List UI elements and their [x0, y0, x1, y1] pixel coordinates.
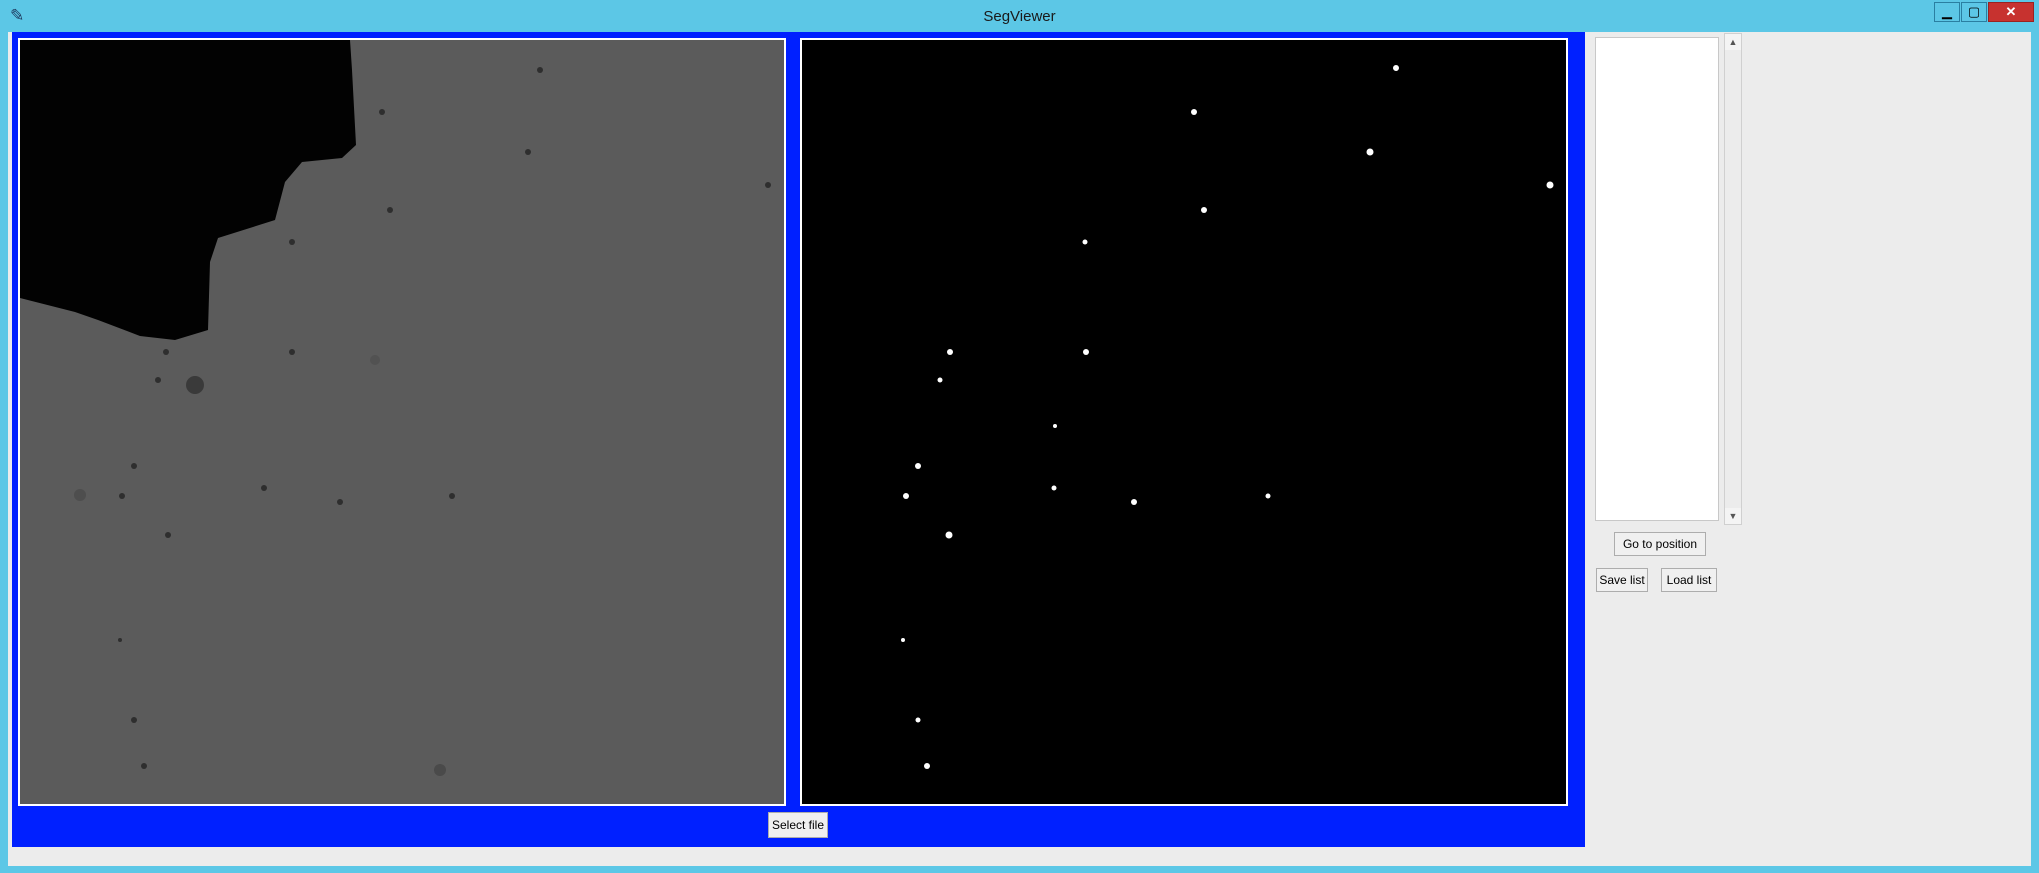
segmentation-mask: [802, 40, 1566, 804]
segmentation-mask-canvas[interactable]: [800, 38, 1568, 806]
scroll-down-arrow-icon[interactable]: ▼: [1725, 508, 1741, 524]
image-panel-frame: Select file: [12, 32, 1585, 847]
window-title: SegViewer: [983, 8, 1056, 25]
close-button[interactable]: ✕: [1988, 2, 2034, 22]
maximize-button[interactable]: ▢: [1961, 2, 1987, 22]
title-bar: ✎ SegViewer ▁ ▢ ✕: [0, 0, 2039, 32]
position-listbox[interactable]: [1595, 37, 1719, 521]
go-to-position-button[interactable]: Go to position: [1614, 532, 1706, 556]
client-area: Select file ▲ ▼ Go to position Save list…: [8, 32, 2031, 866]
save-list-button[interactable]: Save list: [1596, 568, 1648, 592]
scroll-up-arrow-icon[interactable]: ▲: [1725, 34, 1741, 50]
load-list-button[interactable]: Load list: [1661, 568, 1717, 592]
original-image-canvas[interactable]: [18, 38, 786, 806]
select-file-button[interactable]: Select file: [768, 812, 828, 838]
grayscale-image: [20, 40, 784, 804]
minimize-button[interactable]: ▁: [1934, 2, 1960, 22]
listbox-scrollbar[interactable]: ▲ ▼: [1724, 33, 1742, 525]
